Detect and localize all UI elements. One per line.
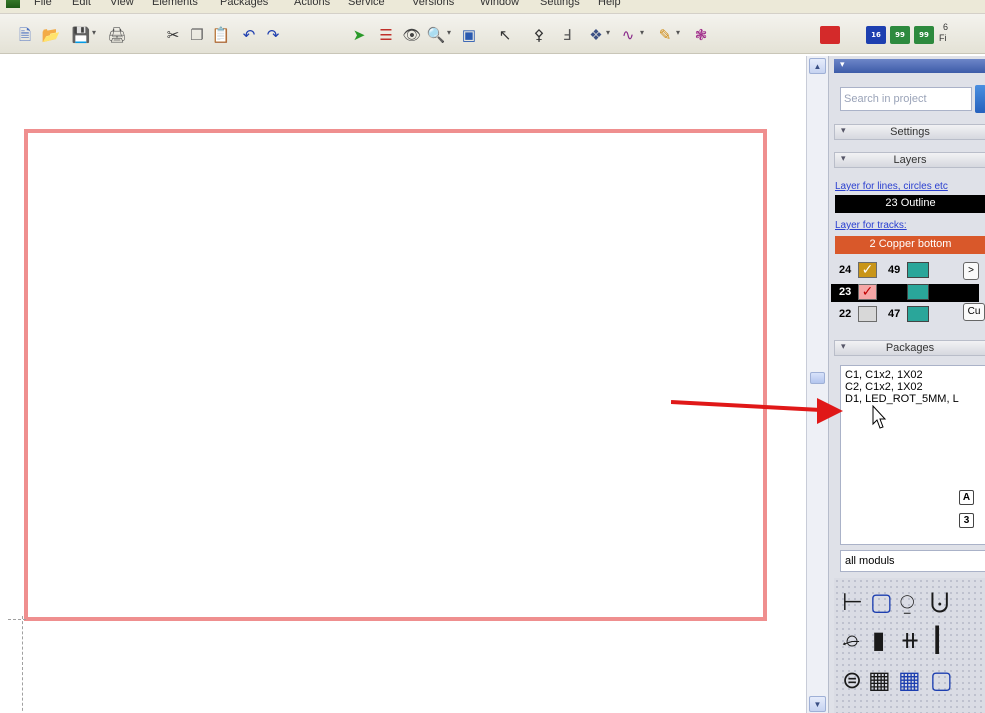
tool-dropdown-icon[interactable]: ▾ xyxy=(676,28,680,37)
copy-icon[interactable]: ❐ xyxy=(186,24,208,46)
dip-package-icon[interactable]: ▦ xyxy=(868,668,891,692)
number-toggle-button[interactable]: 3 xyxy=(959,513,974,528)
guide-line-horizontal xyxy=(8,619,26,620)
signal-icon[interactable]: ∿ xyxy=(617,24,639,46)
diode-icon[interactable]: ⧺ xyxy=(900,628,920,652)
fuse-icon[interactable]: ⊜ xyxy=(842,668,862,692)
list-item[interactable]: C2, C1x2, 1X02 xyxy=(845,381,981,393)
side-panel: ▾ Search in project ▾ Settings ▾ Layers … xyxy=(828,56,985,713)
list-item[interactable]: C1, C1x2, 1X02 xyxy=(845,369,981,381)
mouse-cursor-icon xyxy=(872,405,887,429)
save-icon[interactable]: 💾 xyxy=(70,24,92,46)
menu-actions[interactable]: Actions xyxy=(294,0,330,8)
cut-icon[interactable]: ✂ xyxy=(162,24,184,46)
layer-visible-checkbox[interactable]: ✓ xyxy=(858,262,877,278)
tool-icon[interactable]: ✎ xyxy=(654,24,676,46)
tracks-layer-selector[interactable]: 2 Copper bottom xyxy=(835,236,985,254)
label-toggle-button[interactable]: A xyxy=(959,490,974,505)
zoom-dropdown-icon[interactable]: ▾ xyxy=(447,28,451,37)
scroll-up-icon[interactable]: ▲ xyxy=(809,58,826,74)
tracks-layer-link[interactable]: Layer for tracks: xyxy=(835,220,907,231)
select-pointer-icon[interactable]: ↖ xyxy=(494,24,516,46)
menu-file[interactable]: File xyxy=(34,0,52,8)
layers-more-button[interactable]: > xyxy=(963,262,979,280)
quick-button-16[interactable]: 16 xyxy=(866,26,886,44)
route-icon[interactable]: ➤ xyxy=(348,24,370,46)
layers-icon[interactable]: ☰ xyxy=(375,24,397,46)
inductor-icon[interactable]: ⌮ xyxy=(842,628,860,652)
quick-button-red[interactable] xyxy=(820,26,840,44)
menu-view[interactable]: View xyxy=(110,0,134,8)
copper-button[interactable]: Cu xyxy=(963,303,985,321)
find-icon[interactable]: ⚴ xyxy=(528,24,550,46)
pcb-canvas[interactable] xyxy=(0,56,806,713)
ic-package-icon[interactable]: ▦ xyxy=(898,668,921,692)
zoom-fit-icon[interactable]: ▣ xyxy=(458,24,480,46)
menu-versions[interactable]: Versions xyxy=(412,0,454,8)
new-file-icon[interactable]: 🗎 xyxy=(14,24,36,46)
annotation-arrow xyxy=(671,398,843,424)
layer-swatch[interactable] xyxy=(907,284,929,300)
transistor-icon[interactable]: ▮ xyxy=(872,628,885,652)
collapse-icon[interactable]: ▾ xyxy=(840,59,845,70)
guide-line-vertical xyxy=(22,616,23,713)
socket-icon[interactable]: ▢ xyxy=(930,668,953,692)
menu-edit[interactable]: Edit xyxy=(72,0,91,8)
module-filter-select[interactable]: all moduls xyxy=(840,550,985,572)
layer-swatch[interactable] xyxy=(907,262,929,278)
lines-layer-selector[interactable]: 23 Outline xyxy=(835,195,985,213)
toolbar-cut-label-bottom: Fi xyxy=(939,33,947,43)
component-library: ⊢ ▢ ⍜ ⨃ ⌮ ▮ ⧺ ┃ ⊜ ▦ ▦ ▢ xyxy=(834,578,985,713)
print-icon[interactable]: 🖨 xyxy=(106,24,128,46)
board-outline[interactable] xyxy=(24,129,767,621)
menu-help[interactable]: Help xyxy=(598,0,621,8)
settings-section-header[interactable]: ▾ Settings xyxy=(834,124,985,140)
drc-dropdown-icon[interactable]: ▾ xyxy=(606,28,610,37)
resistor-icon[interactable]: ⍜ xyxy=(900,590,914,614)
layer-row: 22 47 xyxy=(839,306,979,324)
layer-swatch[interactable] xyxy=(907,306,929,322)
menu-packages[interactable]: Packages xyxy=(220,0,268,8)
component-icon[interactable]: Ⅎ xyxy=(556,24,578,46)
drc-icon[interactable]: ❖ xyxy=(585,24,607,46)
circle-pad-icon[interactable]: ⨃ xyxy=(930,590,949,614)
layers-section-header[interactable]: ▾ Layers xyxy=(834,152,985,168)
open-folder-icon[interactable]: 📂 xyxy=(40,24,62,46)
scrollbar-thumb[interactable] xyxy=(810,372,825,384)
scroll-down-icon[interactable]: ▼ xyxy=(809,696,826,712)
packages-list[interactable]: C1, C1x2, 1X02 C2, C1x2, 1X02 D1, LED_RO… xyxy=(840,365,985,545)
zoom-in-icon[interactable]: 🔍 xyxy=(425,24,447,46)
list-item[interactable]: D1, LED_ROT_5MM, L xyxy=(845,393,981,405)
layer-row: 24 ✓ 49 xyxy=(839,262,979,280)
quick-button-99-b[interactable]: 99 xyxy=(914,26,934,44)
vertical-component-icon[interactable]: ┃ xyxy=(930,628,944,652)
menu-settings[interactable]: Settings xyxy=(540,0,580,8)
save-dropdown-icon[interactable]: ▾ xyxy=(92,28,96,37)
view-icon[interactable]: 👁 xyxy=(401,24,423,46)
rectangle-pad-icon[interactable]: ▢ xyxy=(870,590,893,614)
panel-title-bar: ▾ xyxy=(834,59,985,73)
menu-service[interactable]: Service xyxy=(348,0,385,8)
menu-bar: File Edit View Elements Packages Actions… xyxy=(0,0,985,14)
menu-elements[interactable]: Elements xyxy=(152,0,198,8)
redo-icon[interactable]: ↷ xyxy=(262,24,284,46)
capacitor-icon[interactable]: ⊢ xyxy=(842,590,863,614)
pad-icon[interactable]: ❃ xyxy=(690,24,712,46)
signal-dropdown-icon[interactable]: ▾ xyxy=(640,28,644,37)
layer-visible-checkbox[interactable] xyxy=(858,306,877,322)
undo-icon[interactable]: ↶ xyxy=(238,24,260,46)
lines-layer-link[interactable]: Layer for lines, circles etc xyxy=(835,181,948,192)
canvas-vertical-scrollbar[interactable]: ▲ ▼ xyxy=(806,56,828,713)
search-button[interactable] xyxy=(975,85,985,113)
main-toolbar: 🗎 📂 💾 ▾ 🖨 ✂ ❐ 📋 ↶ ↷ ➤ ☰ 👁 🔍 ▾ ▣ ↖ ⚴ Ⅎ ❖ … xyxy=(0,14,985,54)
search-input[interactable]: Search in project xyxy=(840,87,972,111)
packages-section-header[interactable]: ▾ Packages xyxy=(834,340,985,356)
layer-row: 48 xyxy=(839,284,979,302)
app-icon xyxy=(6,0,20,8)
quick-button-99-a[interactable]: 99 xyxy=(890,26,910,44)
menu-window[interactable]: Window xyxy=(480,0,519,8)
paste-icon[interactable]: 📋 xyxy=(210,24,232,46)
toolbar-cut-label-top: 6 xyxy=(943,22,949,32)
